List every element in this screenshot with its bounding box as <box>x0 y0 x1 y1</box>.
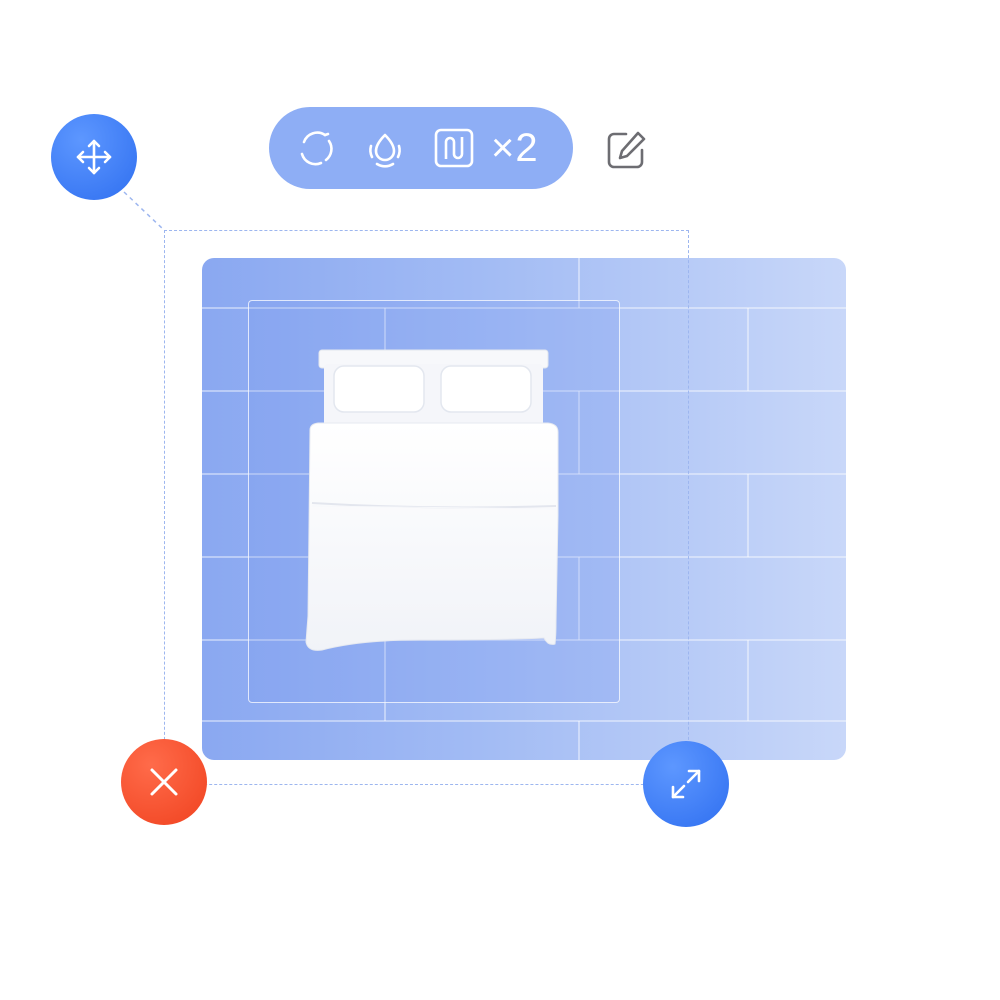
material-drop-icon <box>369 133 401 168</box>
move-handle[interactable] <box>51 114 137 200</box>
close-icon <box>150 768 178 796</box>
rotate-icon <box>300 131 333 166</box>
canvas[interactable]: ×2 <box>0 0 1000 1000</box>
quantity-label: ×2 <box>491 126 539 170</box>
edit-icon <box>607 131 646 169</box>
magnet-icon <box>434 128 474 168</box>
resize-diagonal-icon <box>671 769 701 799</box>
material-button[interactable] <box>362 125 408 171</box>
bed-illustration <box>305 349 559 651</box>
snap-button[interactable] <box>431 125 477 171</box>
move-arrows-icon <box>76 139 112 175</box>
rotate-button[interactable] <box>293 125 339 171</box>
delete-button[interactable] <box>121 739 207 825</box>
edit-button[interactable] <box>602 126 650 174</box>
resize-handle[interactable] <box>643 741 729 827</box>
object-toolbar: ×2 <box>269 107 573 189</box>
bed[interactable] <box>300 346 566 662</box>
